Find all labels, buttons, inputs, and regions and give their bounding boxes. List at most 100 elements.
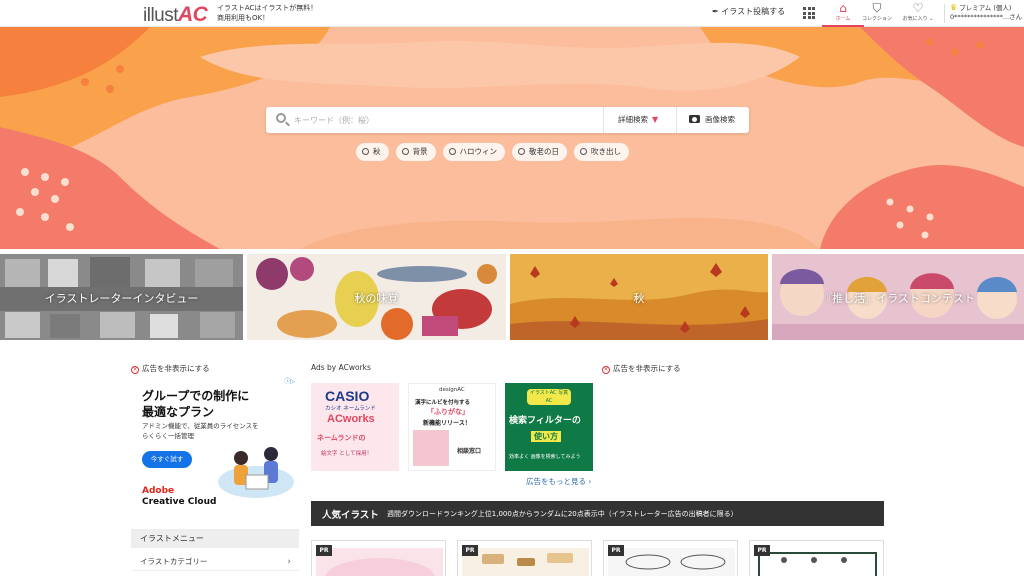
illustration-card[interactable]: PR <box>311 540 446 576</box>
tag-label: 吹き出し <box>591 147 621 156</box>
tagline: イラストACはイラストが無料！ 商用利用もOK！ <box>217 3 317 23</box>
banner-label: 秋の味覚 <box>354 292 399 305</box>
card-thumbnail <box>462 548 589 576</box>
pen-icon: ✒ <box>712 7 719 16</box>
heart-icon: ♡ <box>912 1 924 15</box>
illustration-card[interactable]: PR <box>749 540 884 576</box>
tag-label: ハロウィン <box>459 147 498 156</box>
search-icon <box>580 148 587 155</box>
logo[interactable]: illustAC <box>143 3 208 27</box>
hide-ad-link-left[interactable]: × 広告を非表示にする <box>131 363 210 374</box>
ad-search-filter[interactable]: イラストAC 写真AC 検索フィルターの 使い方 効率よく 画像を検索してみよう <box>505 383 593 471</box>
tagline-line-2: 商用利用もOK！ <box>217 14 270 22</box>
search-icon <box>448 148 456 155</box>
menu-item-illustration-category[interactable]: イラストカテゴリー › <box>131 553 299 571</box>
tag-chip[interactable]: 秋 <box>356 143 389 161</box>
tag-label: 敬老の日 <box>529 147 559 156</box>
hero-background <box>0 27 1024 249</box>
search-icon <box>362 148 369 155</box>
more-ads-link[interactable]: 広告をもっと見る › <box>526 476 591 487</box>
filter-ad-content: イラストAC 写真AC 検索フィルターの 使い方 効率よく 画像を検索してみよう <box>509 389 581 460</box>
hide-ad-label: 広告を非表示にする <box>613 364 681 373</box>
menu-item-label: イラストカテゴリー <box>140 557 208 566</box>
user-name: 0***************...さん <box>950 13 1023 21</box>
apps-grid-icon[interactable] <box>803 7 815 19</box>
hero-section: 詳細検索 ▼ 画像検索 秋 背景 ハロウィン 敬老の日 吹き出し <box>0 27 1024 249</box>
close-icon: × <box>602 366 610 374</box>
ad-casio[interactable]: CASIO カシオ ネームランド ACworks ネームランドの 絵文字 として… <box>311 383 399 471</box>
casio-ad-content: CASIO カシオ ネームランド ACworks ネームランドの 絵文字 として… <box>317 388 376 457</box>
card-thumbnail <box>754 548 881 576</box>
banner-illustrator-interview[interactable]: イラストレーターインタビュー <box>0 254 243 340</box>
account-menu[interactable]: ♛ プレミアム (個人) 0***************...さん <box>950 3 1022 22</box>
banner-label: イラストレーターインタビュー <box>44 292 199 305</box>
ads-by-label: Ads by ACworks <box>311 363 371 372</box>
pr-badge: PR <box>462 545 478 556</box>
banner-oshikatsu-contest[interactable]: 『推し活』イラストコンテスト <box>772 254 1024 340</box>
premium-label: プレミアム (個人) <box>959 4 1012 12</box>
logo-text: illust <box>143 5 179 26</box>
nav-home-label: ホーム <box>835 16 851 22</box>
search-input[interactable] <box>294 111 594 129</box>
nav-favorites-label: お気に入り <box>902 16 928 22</box>
hide-ad-label: 広告を非表示にする <box>142 364 210 373</box>
crown-icon: ♛ <box>950 3 958 12</box>
page: illustAC イラストACはイラストが無料！ 商用利用もOK！ ✒ イラスト… <box>0 0 1024 576</box>
adobe-ad-subtitle: アドミン機能で、従業員のライセンスを らくらく一括管理 <box>142 422 259 440</box>
tag-chip[interactable]: 敬老の日 <box>512 143 567 161</box>
banner-label: 『推し活』イラストコンテスト <box>821 292 975 305</box>
nav-collection[interactable]: ⛉ コレクション <box>856 1 898 23</box>
search-icon <box>276 113 286 123</box>
tag-label: 背景 <box>412 147 428 156</box>
image-search-label: 画像検索 <box>705 115 735 124</box>
tagline-line-1: イラストACはイラストが無料！ <box>217 4 318 12</box>
design-ad-thumb <box>413 430 449 466</box>
header: illustAC イラストACはイラストが無料！ 商用利用もOK！ ✒ イラスト… <box>0 0 1024 27</box>
hide-ad-link-right[interactable]: × 広告を非表示にする <box>602 363 681 374</box>
illustration-card[interactable]: PR <box>457 540 592 576</box>
suggested-tags: 秋 背景 ハロウィン 敬老の日 吹き出し <box>356 143 629 161</box>
banner-autumn[interactable]: 秋 <box>510 254 768 340</box>
ad-choices-icon[interactable]: ⓘ▷ <box>284 376 295 385</box>
adobe-brand: Adobe Creative Cloud <box>142 486 217 507</box>
adobe-ad[interactable]: ⓘ▷ グループでの制作に 最適なプラン アドミン機能で、従業員のライセンスを らくら… <box>131 376 299 518</box>
illustration-card[interactable]: PR <box>603 540 738 576</box>
illustration-menu-title: イラストメニュー <box>131 529 299 548</box>
tag-label: 秋 <box>373 147 381 156</box>
nav-favorites[interactable]: ♡ お気に入り ⌄ <box>897 1 939 23</box>
tag-chip[interactable]: ハロウィン <box>442 143 505 161</box>
logo-accent: AC <box>178 3 208 26</box>
card-thumbnail <box>316 548 443 576</box>
adobe-try-now-button[interactable]: 今すぐ試す <box>142 451 192 468</box>
chevron-right-icon: › <box>287 557 291 567</box>
pr-badge: PR <box>608 545 624 556</box>
header-divider <box>944 4 945 23</box>
tag-chip[interactable]: 吹き出し <box>574 143 629 161</box>
bookmark-icon: ⛉ <box>872 1 882 15</box>
popular-description: 週間ダウンロードランキング上位1,000点からランダムに20点表示中（イラストレ… <box>387 510 738 518</box>
pr-badge: PR <box>754 545 770 556</box>
upload-label: イラスト投稿する <box>721 7 786 16</box>
feature-banners: イラストレーターインタビュー 秋の味覚 秋 『推し活』イラストコンテスト <box>0 254 1024 340</box>
tag-chip[interactable]: 背景 <box>395 143 436 161</box>
advanced-search-label: 詳細検索 <box>618 115 648 124</box>
advanced-search-dropdown[interactable]: 詳細検索 ▼ <box>603 107 676 133</box>
search-icon <box>401 148 409 155</box>
popular-title: 人気イラスト <box>322 510 379 521</box>
adobe-ad-title: グループでの制作に 最適なプラン <box>142 389 250 419</box>
ad-design-ac[interactable]: designAC 漢字にルビを付与する 「ふりがな」 新機能リリース！ 相談窓口 <box>408 383 496 471</box>
popular-illustrations-header: 人気イラスト 週間ダウンロードランキング上位1,000点からランダムに20点表示… <box>311 501 884 526</box>
banner-label: 秋 <box>633 292 645 305</box>
image-search-button[interactable]: 画像検索 <box>676 107 749 133</box>
upload-illustration-button[interactable]: ✒ イラスト投稿する <box>712 6 785 17</box>
search-box: 詳細検索 ▼ 画像検索 <box>266 107 749 133</box>
caret-down-icon: ▼ <box>652 115 659 124</box>
close-icon: × <box>131 366 139 374</box>
adobe-ad-illustration <box>218 447 294 498</box>
nav-collection-label: コレクション <box>861 16 892 22</box>
design-ad-content: designAC 漢字にルビを付与する 「ふりがな」 新機能リリース！ 相談窓口 <box>409 384 495 470</box>
card-thumbnail <box>608 548 735 576</box>
banner-autumn-taste[interactable]: 秋の味覚 <box>247 254 506 340</box>
search-icon <box>518 148 525 155</box>
camera-icon <box>689 115 700 123</box>
